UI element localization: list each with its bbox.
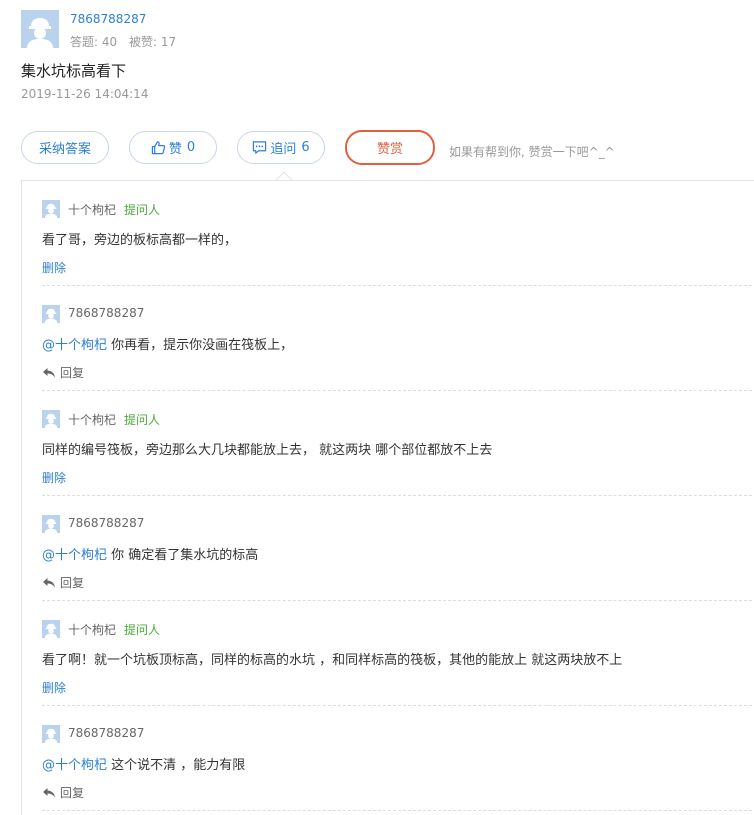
reply-body: 看了哥，旁边的板标高都一样的，	[42, 233, 238, 248]
user-avatar-icon	[42, 725, 60, 743]
reply-text: 看了啊！就一个坑板顶标高，同样的标高的水坑 ，和同样标高的筏板，其他的能放上 就…	[42, 649, 622, 668]
reply-mention[interactable]: @十个枸杞	[42, 338, 107, 353]
reply-action-label: 回复	[60, 366, 85, 380]
accept-answer-button[interactable]: 采纳答案	[21, 131, 109, 164]
reply-body: 看了啊！就一个坑板顶标高，同样的标高的水坑 ，和同样标高的筏板，其他的能放上 就…	[42, 653, 623, 668]
delete-link[interactable]: 删除	[42, 679, 66, 696]
reply-user-name[interactable]: 7868788287	[68, 306, 144, 320]
avatar[interactable]	[42, 515, 60, 533]
avatar[interactable]	[42, 620, 60, 638]
reply-action-label: 回复	[60, 786, 85, 800]
answers-count: 答题: 40	[70, 35, 118, 49]
user-avatar-icon	[42, 200, 60, 218]
reply-action-label: 删除	[42, 681, 67, 695]
thumbs-up-icon	[151, 141, 166, 155]
reply-text: @十个枸杞 你 确定看了集水坑的标高	[42, 544, 258, 563]
like-label: 赞	[168, 142, 182, 157]
user-avatar-icon	[42, 305, 60, 323]
reply-text: 同样的编号筏板，旁边那么大几块都能放上去， 就这两块 哪个部位都放不上去	[42, 439, 492, 458]
reply-action-label: 回复	[60, 576, 85, 590]
asker-tag: 提问人	[124, 203, 161, 217]
reply-action-label: 删除	[42, 261, 67, 275]
reward-button[interactable]: 赞赏	[345, 130, 435, 165]
reply-button[interactable]: 回复	[42, 784, 84, 801]
reply-button[interactable]: 回复	[42, 364, 84, 381]
reply-body: 同样的编号筏板，旁边那么大几块都能放上去， 就这两块 哪个部位都放不上去	[42, 443, 493, 458]
reply-item: 十个枸杞 提问人 看了啊！就一个坑板顶标高，同样的标高的水坑 ，和同样标高的筏板…	[42, 601, 754, 706]
asker-tag: 提问人	[124, 413, 161, 427]
accept-answer-label: 采纳答案	[38, 142, 91, 157]
avatar[interactable]	[42, 305, 60, 323]
reply-item: 7868788287 @十个枸杞 这个说不清 ，能力有限 回复	[42, 706, 754, 811]
reply-item: 7868788287 2 @十个枸杞 你再看，提示你没画在筏板上， 回复	[42, 286, 754, 391]
reply-action-label: 删除	[42, 471, 67, 485]
reply-arrow-icon	[43, 787, 55, 797]
answer-time: 2019-11-26 14:04:14	[21, 87, 149, 101]
follow-up-label: 追问	[270, 142, 297, 157]
answer-text: 集水坑标高看下	[21, 62, 127, 80]
follow-up-count: 6	[301, 140, 310, 155]
reply-user-name[interactable]: 7868788287	[68, 726, 144, 740]
reply-user-name[interactable]: 7868788287	[68, 516, 144, 530]
like-button[interactable]: 赞 0	[129, 131, 217, 164]
asker-tag: 提问人	[124, 623, 161, 637]
reply-arrow-icon	[43, 367, 55, 377]
reply-thread: 十个枸杞 提问人 2 看了哥，旁边的板标高都一样的， 删除 7868788287…	[21, 180, 754, 815]
reply-body: 你 确定看了集水坑的标高	[107, 548, 259, 563]
user-avatar-icon	[42, 410, 60, 428]
reward-label: 赞赏	[376, 142, 403, 157]
likes-count: 被赞: 17	[128, 35, 177, 49]
delete-link[interactable]: 删除	[42, 259, 66, 276]
avatar[interactable]	[42, 200, 60, 218]
reply-arrow-icon	[43, 577, 55, 587]
reply-body: 你再看，提示你没画在筏板上，	[107, 338, 294, 353]
reply-user-name[interactable]: 十个枸杞	[68, 621, 116, 638]
answer-user-name[interactable]: 7868788287	[70, 12, 146, 26]
avatar[interactable]	[21, 10, 59, 48]
reply-item: 十个枸杞 提问人 2 看了哥，旁边的板标高都一样的， 删除	[42, 181, 754, 286]
user-avatar-icon	[42, 620, 60, 638]
avatar[interactable]	[42, 725, 60, 743]
reply-text: @十个枸杞 这个说不清 ，能力有限	[42, 754, 245, 773]
reply-user-name[interactable]: 十个枸杞	[68, 201, 116, 218]
reply-mention[interactable]: @十个枸杞	[42, 548, 107, 563]
reply-item: 7868788287 @十个枸杞 你 确定看了集水坑的标高 回复	[42, 496, 754, 601]
reply-user-name[interactable]: 十个枸杞	[68, 411, 116, 428]
reply-mention[interactable]: @十个枸杞	[42, 758, 107, 773]
chat-bubble-icon	[253, 141, 267, 154]
reply-button[interactable]: 回复	[42, 574, 84, 591]
user-stats: 答题: 40 被赞: 17	[70, 33, 184, 50]
delete-link[interactable]: 删除	[42, 469, 66, 486]
follow-up-button[interactable]: 追问 6	[237, 131, 325, 164]
reward-tip: 如果有帮到你, 赞赏一下吧^_^	[449, 145, 615, 159]
reply-item: 十个枸杞 提问人 1 同样的编号筏板，旁边那么大几块都能放上去， 就这两块 哪个…	[42, 391, 754, 496]
avatar[interactable]	[42, 410, 60, 428]
reply-text: 看了哥，旁边的板标高都一样的，	[42, 229, 237, 248]
like-count: 0	[186, 140, 196, 155]
user-avatar-icon	[42, 515, 60, 533]
reply-body: 这个说不清 ，能力有限	[107, 758, 246, 773]
reply-text: @十个枸杞 你再看，提示你没画在筏板上，	[42, 334, 293, 353]
user-avatar-icon	[21, 10, 59, 48]
